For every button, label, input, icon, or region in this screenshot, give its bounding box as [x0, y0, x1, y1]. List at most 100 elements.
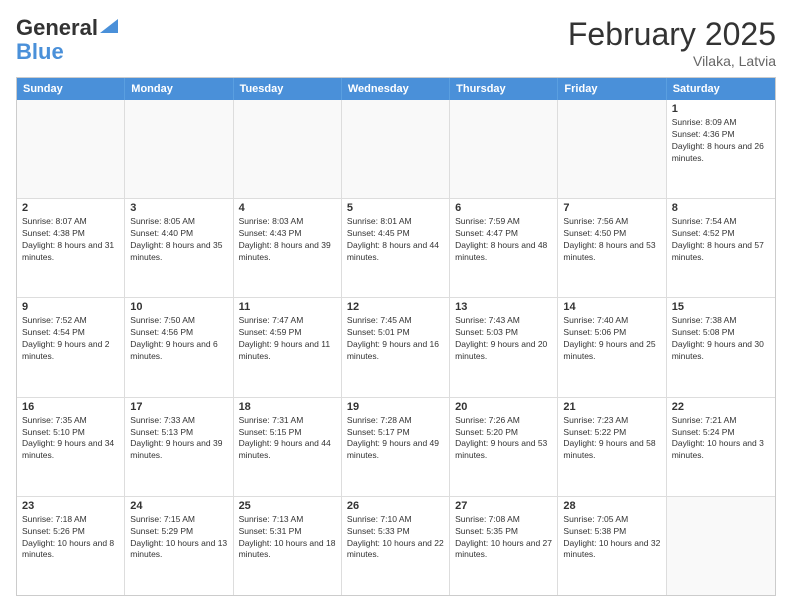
day-info: Sunrise: 7:13 AM Sunset: 5:31 PM Dayligh…: [239, 514, 336, 562]
title-block: February 2025 Vilaka, Latvia: [568, 16, 776, 69]
day-number: 20: [455, 401, 552, 413]
day-info: Sunrise: 7:15 AM Sunset: 5:29 PM Dayligh…: [130, 514, 227, 562]
calendar-cell: 19 Sunrise: 7:28 AM Sunset: 5:17 PM Dayli…: [342, 398, 450, 496]
day-number: 12: [347, 301, 444, 313]
logo-text-line1: General: [16, 16, 98, 40]
day-info: Sunrise: 7:26 AM Sunset: 5:20 PM Dayligh…: [455, 415, 552, 463]
day-info: Sunrise: 7:18 AM Sunset: 5:26 PM Dayligh…: [22, 514, 119, 562]
header-day-saturday: Saturday: [667, 78, 775, 100]
calendar-cell: 27 Sunrise: 7:08 AM Sunset: 5:35 PM Dayli…: [450, 497, 558, 595]
day-info: Sunrise: 7:56 AM Sunset: 4:50 PM Dayligh…: [563, 216, 660, 264]
calendar-header: SundayMondayTuesdayWednesdayThursdayFrid…: [17, 78, 775, 100]
day-info: Sunrise: 7:59 AM Sunset: 4:47 PM Dayligh…: [455, 216, 552, 264]
calendar: SundayMondayTuesdayWednesdayThursdayFrid…: [16, 77, 776, 596]
calendar-cell: [342, 100, 450, 198]
calendar-cell: [450, 100, 558, 198]
calendar-cell: 24 Sunrise: 7:15 AM Sunset: 5:29 PM Dayli…: [125, 497, 233, 595]
day-info: Sunrise: 7:33 AM Sunset: 5:13 PM Dayligh…: [130, 415, 227, 463]
calendar-cell: 1Sunrise: 8:09 AM Sunset: 4:36 PM Daylig…: [667, 100, 775, 198]
calendar-cell: [17, 100, 125, 198]
day-number: 22: [672, 401, 770, 413]
calendar-cell: 22 Sunrise: 7:21 AM Sunset: 5:24 PM Dayli…: [667, 398, 775, 496]
day-info: Sunrise: 8:03 AM Sunset: 4:43 PM Dayligh…: [239, 216, 336, 264]
day-number: 27: [455, 500, 552, 512]
calendar-cell: 11Sunrise: 7:47 AM Sunset: 4:59 PM Dayli…: [234, 298, 342, 396]
calendar-cell: [125, 100, 233, 198]
calendar-cell: 10Sunrise: 7:50 AM Sunset: 4:56 PM Dayli…: [125, 298, 233, 396]
calendar-cell: 18 Sunrise: 7:31 AM Sunset: 5:15 PM Dayli…: [234, 398, 342, 496]
day-info: Sunrise: 7:35 AM Sunset: 5:10 PM Dayligh…: [22, 415, 119, 463]
header-day-thursday: Thursday: [450, 78, 558, 100]
day-info: Sunrise: 7:43 AM Sunset: 5:03 PM Dayligh…: [455, 315, 552, 363]
day-info: Sunrise: 8:05 AM Sunset: 4:40 PM Dayligh…: [130, 216, 227, 264]
day-number: 24: [130, 500, 227, 512]
day-info: Sunrise: 7:31 AM Sunset: 5:15 PM Dayligh…: [239, 415, 336, 463]
day-info: Sunrise: 7:08 AM Sunset: 5:35 PM Dayligh…: [455, 514, 552, 562]
calendar-cell: 16 Sunrise: 7:35 AM Sunset: 5:10 PM Dayli…: [17, 398, 125, 496]
day-number: 19: [347, 401, 444, 413]
calendar-cell: 14 Sunrise: 7:40 AM Sunset: 5:06 PM Dayli…: [558, 298, 666, 396]
day-number: 3: [130, 202, 227, 214]
calendar-cell: 3 Sunrise: 8:05 AM Sunset: 4:40 PM Daylig…: [125, 199, 233, 297]
calendar-cell: 7 Sunrise: 7:56 AM Sunset: 4:50 PM Daylig…: [558, 199, 666, 297]
day-number: 21: [563, 401, 660, 413]
calendar-row-4: 23Sunrise: 7:18 AM Sunset: 5:26 PM Dayli…: [17, 496, 775, 595]
day-number: 25: [239, 500, 336, 512]
calendar-cell: 12 Sunrise: 7:45 AM Sunset: 5:01 PM Dayli…: [342, 298, 450, 396]
day-number: 6: [455, 202, 552, 214]
day-info: Sunrise: 7:52 AM Sunset: 4:54 PM Dayligh…: [22, 315, 119, 363]
calendar-cell: [234, 100, 342, 198]
day-number: 16: [22, 401, 119, 413]
header-day-wednesday: Wednesday: [342, 78, 450, 100]
day-info: Sunrise: 7:45 AM Sunset: 5:01 PM Dayligh…: [347, 315, 444, 363]
day-number: 14: [563, 301, 660, 313]
calendar-cell: [667, 497, 775, 595]
day-number: 18: [239, 401, 336, 413]
logo-text-line2: Blue: [16, 39, 64, 64]
day-number: 15: [672, 301, 770, 313]
calendar-row-0: 1Sunrise: 8:09 AM Sunset: 4:36 PM Daylig…: [17, 100, 775, 198]
day-info: Sunrise: 8:07 AM Sunset: 4:38 PM Dayligh…: [22, 216, 119, 264]
day-number: 13: [455, 301, 552, 313]
calendar-cell: 8Sunrise: 7:54 AM Sunset: 4:52 PM Daylig…: [667, 199, 775, 297]
day-number: 5: [347, 202, 444, 214]
calendar-cell: 5 Sunrise: 8:01 AM Sunset: 4:45 PM Daylig…: [342, 199, 450, 297]
logo: General Blue: [16, 16, 118, 64]
day-number: 7: [563, 202, 660, 214]
calendar-cell: [558, 100, 666, 198]
calendar-row-3: 16 Sunrise: 7:35 AM Sunset: 5:10 PM Dayli…: [17, 397, 775, 496]
calendar-cell: 4 Sunrise: 8:03 AM Sunset: 4:43 PM Daylig…: [234, 199, 342, 297]
day-number: 4: [239, 202, 336, 214]
day-info: Sunrise: 7:47 AM Sunset: 4:59 PM Dayligh…: [239, 315, 336, 363]
day-info: Sunrise: 7:38 AM Sunset: 5:08 PM Dayligh…: [672, 315, 770, 363]
day-info: Sunrise: 7:05 AM Sunset: 5:38 PM Dayligh…: [563, 514, 660, 562]
month-title: February 2025: [568, 16, 776, 53]
day-number: 9: [22, 301, 119, 313]
day-info: Sunrise: 7:10 AM Sunset: 5:33 PM Dayligh…: [347, 514, 444, 562]
header-day-monday: Monday: [125, 78, 233, 100]
calendar-row-2: 9 Sunrise: 7:52 AM Sunset: 4:54 PM Daylig…: [17, 297, 775, 396]
day-number: 26: [347, 500, 444, 512]
calendar-cell: 9 Sunrise: 7:52 AM Sunset: 4:54 PM Daylig…: [17, 298, 125, 396]
day-info: Sunrise: 8:01 AM Sunset: 4:45 PM Dayligh…: [347, 216, 444, 264]
header: General Blue February 2025 Vilaka, Latvi…: [16, 16, 776, 69]
logo-icon: [100, 19, 118, 33]
calendar-cell: 25 Sunrise: 7:13 AM Sunset: 5:31 PM Dayli…: [234, 497, 342, 595]
calendar-cell: 20 Sunrise: 7:26 AM Sunset: 5:20 PM Dayli…: [450, 398, 558, 496]
day-info: Sunrise: 7:28 AM Sunset: 5:17 PM Dayligh…: [347, 415, 444, 463]
day-number: 8: [672, 202, 770, 214]
calendar-row-1: 2Sunrise: 8:07 AM Sunset: 4:38 PM Daylig…: [17, 198, 775, 297]
calendar-cell: 2Sunrise: 8:07 AM Sunset: 4:38 PM Daylig…: [17, 199, 125, 297]
calendar-cell: 13 Sunrise: 7:43 AM Sunset: 5:03 PM Dayli…: [450, 298, 558, 396]
day-number: 1: [672, 103, 770, 115]
calendar-body: 1Sunrise: 8:09 AM Sunset: 4:36 PM Daylig…: [17, 100, 775, 595]
day-number: 10: [130, 301, 227, 313]
calendar-cell: 26 Sunrise: 7:10 AM Sunset: 5:33 PM Dayli…: [342, 497, 450, 595]
calendar-cell: 6 Sunrise: 7:59 AM Sunset: 4:47 PM Daylig…: [450, 199, 558, 297]
calendar-cell: 28 Sunrise: 7:05 AM Sunset: 5:38 PM Dayli…: [558, 497, 666, 595]
day-info: Sunrise: 7:40 AM Sunset: 5:06 PM Dayligh…: [563, 315, 660, 363]
day-info: Sunrise: 7:21 AM Sunset: 5:24 PM Dayligh…: [672, 415, 770, 463]
calendar-cell: 23Sunrise: 7:18 AM Sunset: 5:26 PM Dayli…: [17, 497, 125, 595]
day-number: 28: [563, 500, 660, 512]
header-day-tuesday: Tuesday: [234, 78, 342, 100]
